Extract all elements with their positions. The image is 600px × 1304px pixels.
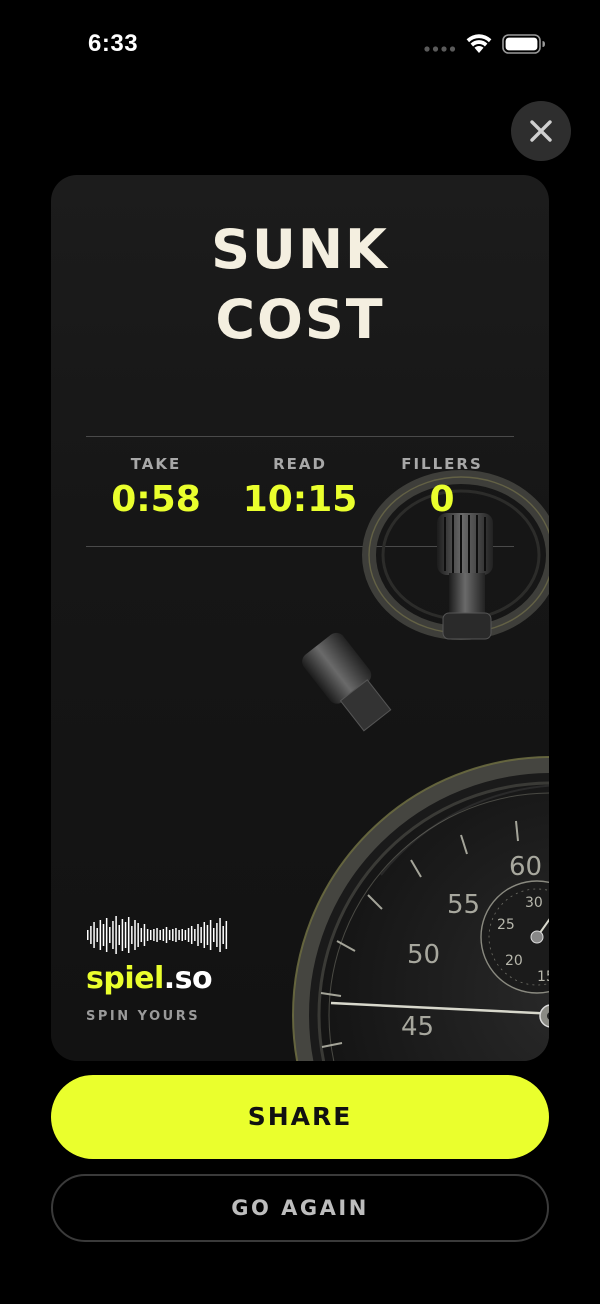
brand-logo: spiel.so <box>86 961 213 996</box>
waveform-bar <box>194 929 196 941</box>
stat-read-label: READ <box>273 455 327 473</box>
stat-fillers-label: FILLERS <box>401 455 483 473</box>
waveform-bar <box>90 926 92 944</box>
waveform-bar <box>140 928 143 942</box>
waveform-bar <box>105 918 108 952</box>
waveform-bar <box>159 930 161 940</box>
waveform-bar <box>131 926 133 944</box>
waveform-bar <box>99 920 102 950</box>
waveform-bar <box>175 928 177 942</box>
waveform-bar <box>87 930 89 940</box>
subdial-number-20: 20 <box>505 953 523 969</box>
waveform-bar <box>112 921 114 949</box>
status-time: 6:33 <box>88 30 139 57</box>
stats-top-divider <box>86 436 514 437</box>
waveform-bar <box>187 928 190 942</box>
stat-take-value: 0:58 <box>111 479 201 520</box>
waveform-bar <box>153 929 155 941</box>
waveform-bar <box>219 918 221 952</box>
stat-fillers-value: 0 <box>429 479 455 520</box>
waveform-bar <box>109 927 111 943</box>
dial-number-55: 55 <box>447 890 480 920</box>
waveform-bar <box>178 930 180 940</box>
card-title-line-2: COST <box>215 288 385 351</box>
brand-tagline: SPIN YOURS <box>86 1009 201 1024</box>
waveform-bar <box>206 925 209 945</box>
share-card: SUNK COST 60 55 50 45 30 15 20 25 TAKE 0… <box>51 175 549 1061</box>
stat-read-value: 10:15 <box>242 479 358 520</box>
subdial-number-15: 15 <box>537 969 549 985</box>
share-button[interactable]: SHARE <box>51 1075 549 1159</box>
waveform-bar <box>121 919 124 951</box>
waveform-icon <box>87 916 228 954</box>
subdial-number-25: 25 <box>497 917 515 933</box>
waveform-bar <box>200 927 202 943</box>
brand-tld: .so <box>163 961 213 996</box>
waveform-bar <box>216 923 218 947</box>
waveform-bar <box>162 929 165 941</box>
waveform-bar <box>165 927 168 943</box>
waveform-bar <box>115 916 117 954</box>
dial-number-60: 60 <box>509 852 542 882</box>
waveform-bar <box>213 928 215 942</box>
waveform-bar <box>143 924 146 946</box>
stat-fillers: FILLERS 0 <box>362 455 522 520</box>
brand-name: spiel <box>86 961 164 996</box>
waveform-bar <box>96 928 98 942</box>
dial-number-50: 50 <box>407 940 440 970</box>
cellular-signal-icon <box>424 46 456 52</box>
waveform-bar <box>209 920 212 950</box>
waveform-bar <box>225 921 228 949</box>
go-again-button[interactable]: GO AGAIN <box>51 1174 549 1242</box>
waveform-bar <box>124 922 127 948</box>
stat-read: READ 10:15 <box>220 455 380 520</box>
card-title-line-1: SUNK <box>211 218 389 281</box>
waveform-bar <box>172 929 174 941</box>
waveform-bar <box>181 929 183 941</box>
dial-number-45: 45 <box>401 1012 434 1042</box>
waveform-bar <box>184 930 187 940</box>
waveform-bar <box>190 926 193 944</box>
waveform-bar <box>156 928 158 942</box>
stopwatch-illustration: 60 55 50 45 40 35 30 5 30 5 10 15 20 25 <box>292 470 549 1061</box>
subdial-number-30: 30 <box>525 895 543 911</box>
wifi-icon <box>466 34 492 53</box>
card-title: SUNK COST <box>51 215 549 355</box>
status-bar: 6:33 <box>0 0 600 90</box>
waveform-bar <box>168 930 171 940</box>
waveform-bar <box>137 923 139 947</box>
waveform-bar <box>222 926 224 944</box>
waveform-bar <box>93 922 95 948</box>
stat-take: TAKE 0:58 <box>76 455 236 520</box>
battery-icon <box>502 34 545 54</box>
waveform-bar <box>118 925 120 945</box>
waveform-bar <box>203 922 206 948</box>
close-button[interactable] <box>511 101 571 161</box>
waveform-bar <box>146 929 149 941</box>
waveform-bar <box>197 924 199 946</box>
stat-take-label: TAKE <box>130 455 182 473</box>
waveform-bar <box>102 924 105 946</box>
close-icon <box>530 120 552 142</box>
waveform-bar <box>134 920 136 950</box>
waveform-bar <box>127 917 130 953</box>
waveform-bar <box>150 930 152 940</box>
